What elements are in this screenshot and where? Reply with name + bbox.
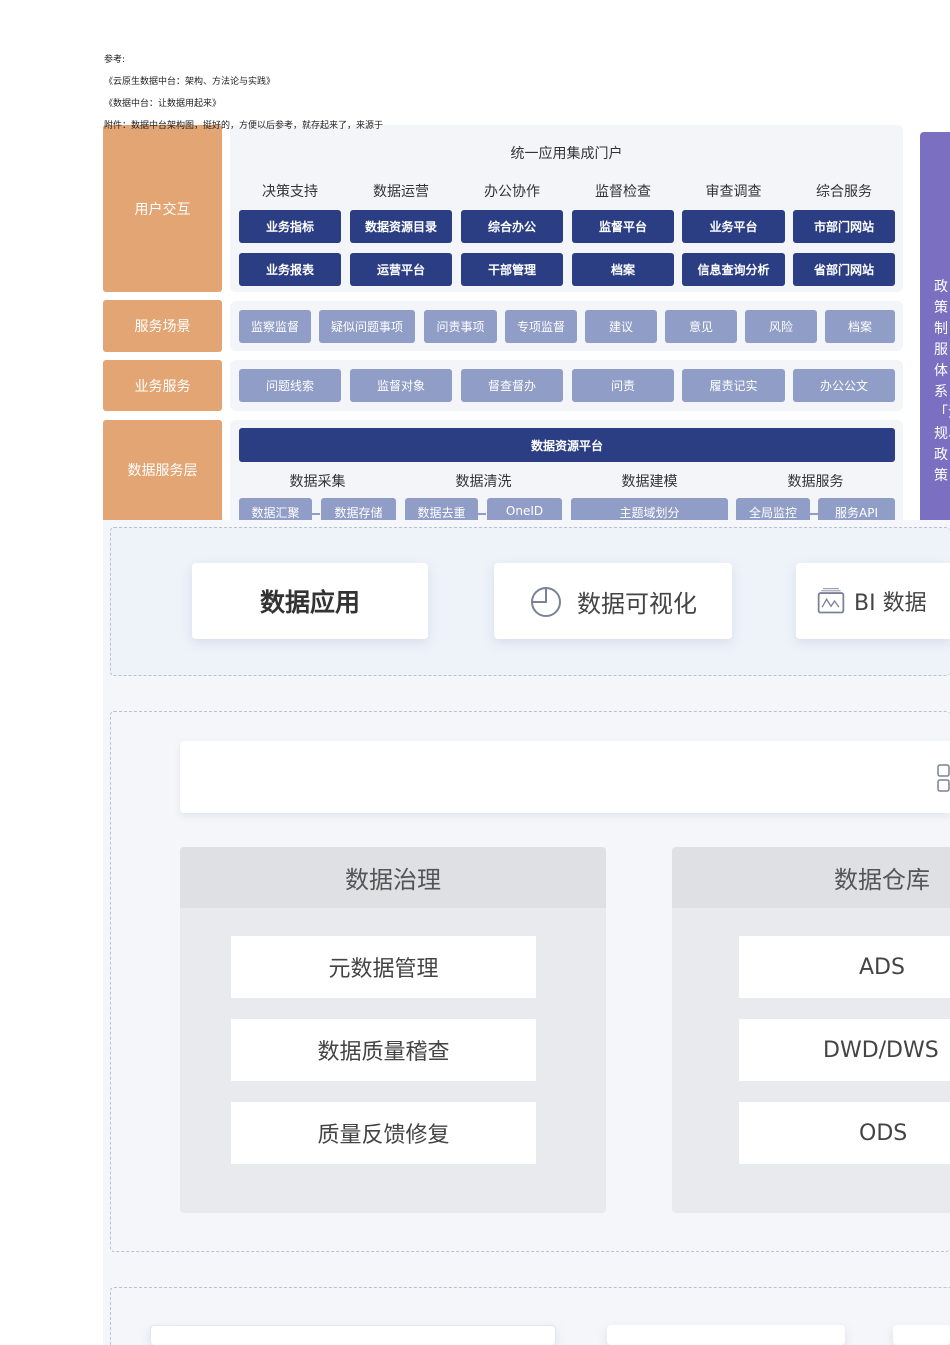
app-card-label: 数据可视化 — [577, 589, 697, 618]
stage-button: 数据去重 — [405, 498, 478, 520]
stage-header: 数据清洗 — [455, 474, 512, 490]
note-line: 附件：数据中台架构图，挺好的，方便以后参考，就存起来了，来源于 — [104, 121, 384, 131]
governance-item: 质量反馈修复 — [231, 1102, 536, 1164]
warehouse-item: DWD/DWS — [739, 1019, 950, 1081]
scene-button: 意见 — [665, 310, 737, 343]
portal-button: 档案 — [572, 253, 674, 286]
connector-line — [478, 513, 486, 515]
portal-button: 业务指标 — [239, 210, 341, 243]
portal-column-header: 数据运营 — [373, 184, 429, 200]
stage-button: 服务API — [818, 498, 895, 520]
app-card-visualization: 数据可视化 — [494, 563, 732, 639]
portal-column-header: 决策支持 — [262, 184, 318, 200]
warehouse-title: 数据仓库 — [672, 847, 950, 908]
platform-bar: 数据资源平台 — [239, 428, 895, 462]
stage-button: 主题域划分 — [571, 498, 728, 520]
note-line: 《云原生数据中台：架构、方法论与实践》 — [104, 77, 276, 87]
grid-icon — [937, 764, 950, 792]
biz-button: 监督对象 — [350, 369, 452, 402]
portal-button: 运营平台 — [350, 253, 452, 286]
biz-button: 履责记实 — [682, 369, 785, 402]
side-policy-strip: 政策制服体系「法规、政策 — [920, 132, 950, 520]
layer-user: 用户交互 — [103, 125, 222, 292]
portal-column-header: 综合服务 — [816, 184, 872, 200]
portal-button: 综合办公 — [461, 210, 563, 243]
portal-button: 干部管理 — [461, 253, 563, 286]
portal-button: 省部门网站 — [793, 253, 895, 286]
stage-header: 数据采集 — [289, 474, 346, 490]
stage-button: 数据存储 — [321, 498, 396, 520]
portal-column-header: 监督检查 — [595, 184, 651, 200]
warehouse-item: ADS — [739, 936, 950, 998]
warehouse-panel: 数据仓库 ADS DWD/DWS ODS — [672, 847, 950, 1213]
scene-button: 疑似问题事项 — [319, 310, 415, 343]
stage-header: 数据建模 — [621, 474, 678, 490]
layer-data-service: 数据服务层 — [103, 420, 222, 520]
portal-column-header: 办公协作 — [484, 184, 540, 200]
data-layer-header-bar — [180, 741, 950, 813]
scene-button: 档案 — [825, 310, 895, 343]
layer-scene: 服务场景 — [103, 300, 222, 352]
scene-button: 建议 — [585, 310, 657, 343]
note-line: 参考: — [104, 55, 126, 65]
app-card-data-app: 数据应用 — [192, 563, 428, 639]
bottom-card — [607, 1325, 845, 1345]
stage-header: 数据服务 — [787, 474, 844, 490]
biz-button: 问责 — [572, 369, 674, 402]
governance-item: 数据质量稽查 — [231, 1019, 536, 1081]
scene-button: 专项监督 — [505, 310, 577, 343]
biz-button: 问题线索 — [239, 369, 341, 402]
bottom-card — [893, 1325, 950, 1345]
stage-button: 全局监控 — [736, 498, 810, 520]
governance-title: 数据治理 — [180, 847, 606, 908]
portal-button: 业务平台 — [682, 210, 785, 243]
connector-line — [312, 513, 320, 515]
biz-button: 督查督办 — [461, 369, 563, 402]
stage-button: OneID — [487, 498, 562, 520]
portal-title: 统一应用集成门户 — [510, 146, 623, 162]
pie-chart-icon — [531, 587, 561, 617]
scene-button: 风险 — [745, 310, 817, 343]
governance-item: 元数据管理 — [231, 936, 536, 998]
note-line: 《数据中台：让数据用起来》 — [104, 99, 222, 109]
biz-button: 办公公文 — [793, 369, 895, 402]
connector-line — [810, 513, 818, 515]
portal-button: 市部门网站 — [793, 210, 895, 243]
portal-button: 业务报表 — [239, 253, 341, 286]
portal-column-header: 审查调查 — [705, 184, 762, 200]
bi-dashboard-icon — [817, 588, 845, 614]
warehouse-item: ODS — [739, 1102, 950, 1164]
portal-button: 监督平台 — [572, 210, 674, 243]
app-card-bi: BI 数据 — [796, 563, 950, 639]
bottom-card — [150, 1325, 556, 1345]
scene-button: 监察监督 — [239, 310, 311, 343]
portal-button: 信息查询分析 — [682, 253, 785, 286]
scene-button: 问责事项 — [424, 310, 497, 343]
portal-button: 数据资源目录 — [350, 210, 452, 243]
stage-button: 数据汇聚 — [239, 498, 312, 520]
layer-biz: 业务服务 — [103, 360, 222, 411]
app-card-label: BI 数据 — [854, 591, 927, 616]
governance-panel: 数据治理 元数据管理 数据质量稽查 质量反馈修复 — [180, 847, 606, 1213]
